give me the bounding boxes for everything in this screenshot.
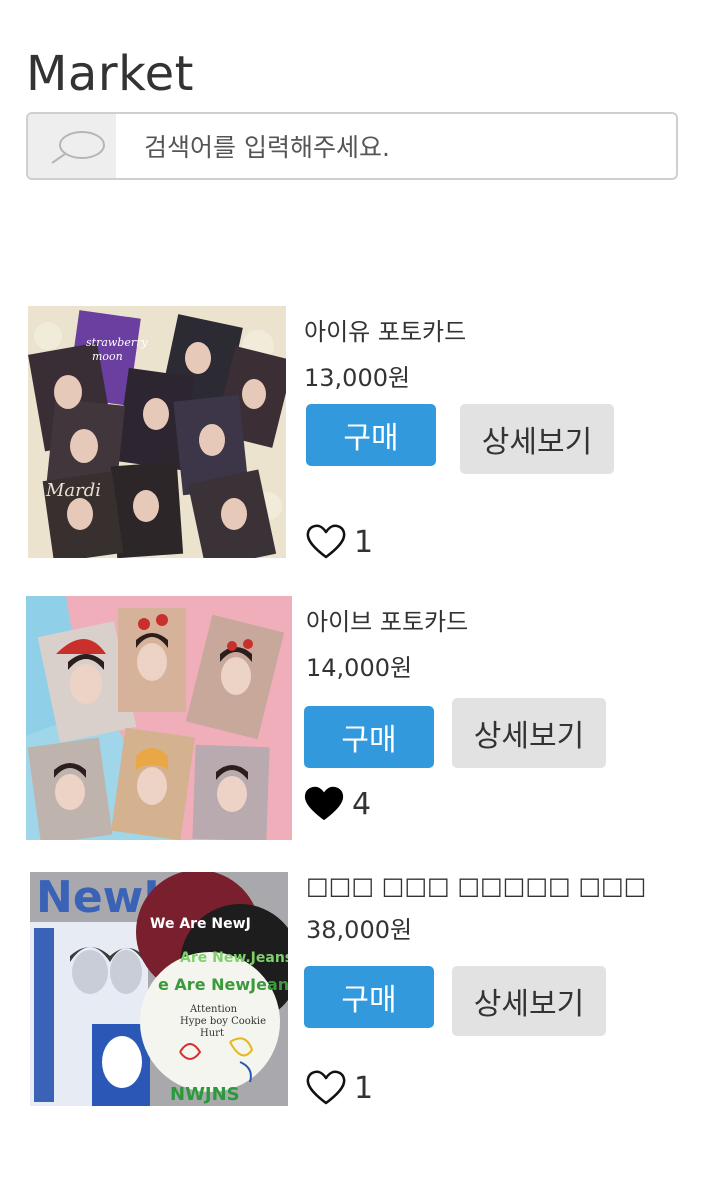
search-icon <box>51 131 105 164</box>
product-price: 38,000원 <box>306 916 413 944</box>
buy-button[interactable]: 구매 <box>304 966 434 1028</box>
heart-filled-icon <box>304 786 344 820</box>
product-image[interactable] <box>26 596 292 840</box>
svg-text:Hype boy Cookie: Hype boy Cookie <box>180 1016 266 1027</box>
search-bar <box>26 112 678 180</box>
like-count: 1 <box>354 1070 374 1106</box>
heart-outline-icon <box>306 524 346 559</box>
like-toggle[interactable]: 1 <box>306 1068 373 1108</box>
svg-text:Attention: Attention <box>189 1004 238 1015</box>
svg-text:Hurt: Hurt <box>200 1028 224 1039</box>
product-price: 13,000원 <box>304 364 411 392</box>
product-image[interactable]: strawberry moon Mardi <box>28 306 286 558</box>
search-icon-box[interactable] <box>28 114 116 178</box>
like-count: 4 <box>352 786 372 822</box>
heart-outline-icon <box>306 1070 346 1105</box>
svg-text:NWJNS: NWJNS <box>170 1084 240 1105</box>
svg-text:moon: moon <box>92 350 123 363</box>
buy-button[interactable]: 구매 <box>304 706 434 768</box>
svg-text:We Are NewJ: We Are NewJ <box>150 916 251 932</box>
buy-button[interactable]: 구매 <box>306 404 436 466</box>
product-price: 14,000원 <box>306 654 413 682</box>
product-name[interactable]: □□□ □□□ □□□□□ □□□ <box>306 872 646 900</box>
page-title: Market <box>26 46 194 102</box>
like-toggle[interactable]: 4 <box>304 784 371 824</box>
svg-text:strawberry: strawberry <box>86 336 148 349</box>
like-toggle[interactable]: 1 <box>306 522 373 562</box>
svg-text:Mardi: Mardi <box>45 480 101 501</box>
product-image[interactable]: NewJ We Are NewJ Are New.Jeans e Are New… <box>30 872 288 1106</box>
like-count: 1 <box>354 524 374 560</box>
svg-text:e Are NewJeans: e Are NewJeans <box>158 975 288 994</box>
detail-button[interactable]: 상세보기 <box>460 404 614 474</box>
product-name[interactable]: 아이브 포토카드 <box>306 602 468 637</box>
search-input[interactable] <box>142 126 666 168</box>
svg-text:Are New.Jeans: Are New.Jeans <box>180 950 288 966</box>
detail-button[interactable]: 상세보기 <box>452 698 606 768</box>
detail-button[interactable]: 상세보기 <box>452 966 606 1036</box>
product-name[interactable]: 아이유 포토카드 <box>304 312 466 347</box>
